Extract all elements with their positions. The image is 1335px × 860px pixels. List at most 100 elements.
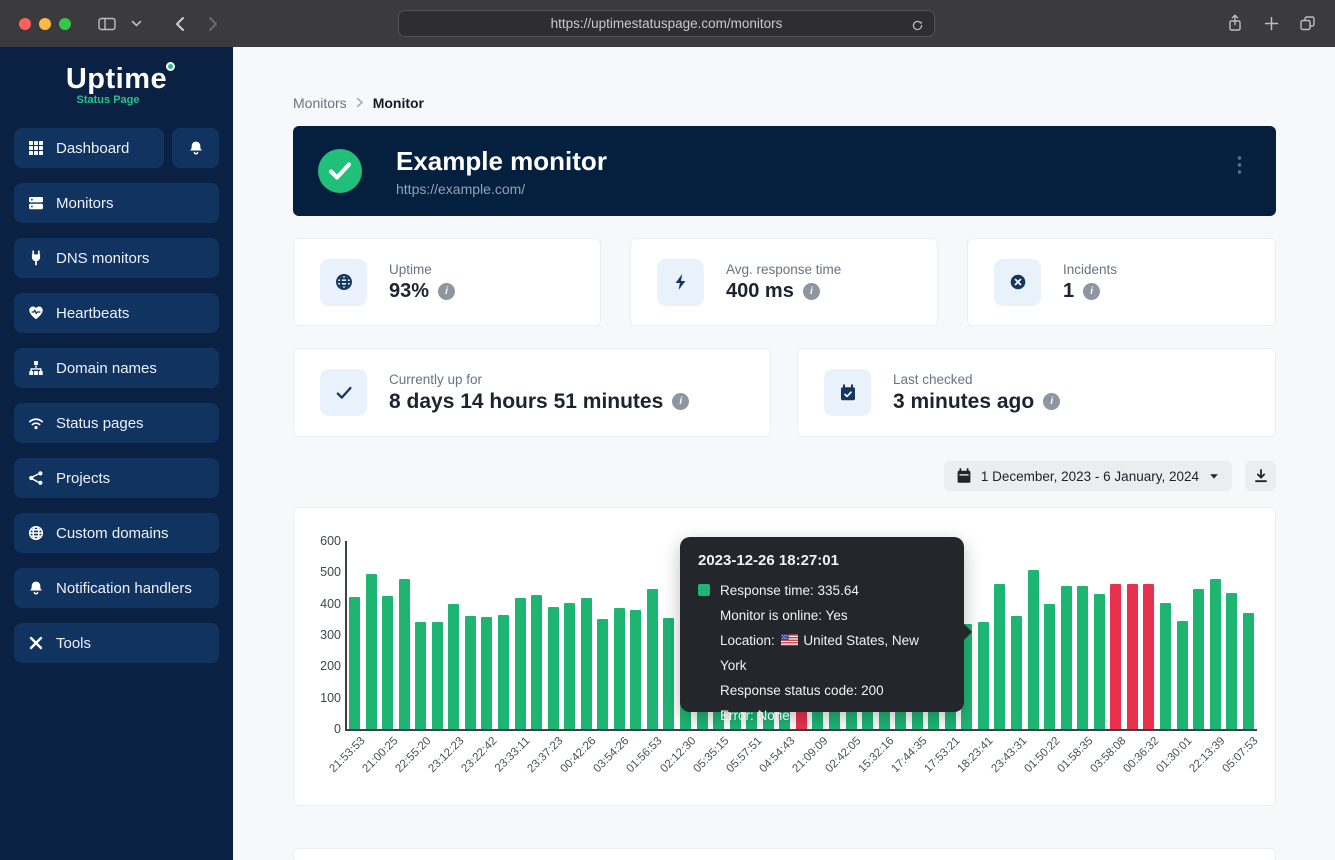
chart-bar[interactable] bbox=[1226, 593, 1237, 729]
reload-icon[interactable] bbox=[907, 15, 927, 35]
chart-bar[interactable] bbox=[1044, 604, 1055, 729]
calendar-icon bbox=[956, 468, 972, 484]
y-axis-tick: 500 bbox=[301, 565, 341, 579]
chart-bar[interactable] bbox=[498, 615, 509, 729]
breadcrumb-monitors[interactable]: Monitors bbox=[293, 95, 347, 111]
chart-bar[interactable] bbox=[382, 596, 393, 729]
chart-bar[interactable] bbox=[1143, 584, 1154, 729]
chart-bar[interactable] bbox=[1011, 616, 1022, 729]
check-icon bbox=[320, 369, 367, 416]
sidebar-nav: Dashboard Monitors DNS monitors Heartbeats D… bbox=[0, 114, 233, 677]
tooltip-online: Monitor is online: Yes bbox=[698, 603, 946, 628]
chart-bar[interactable] bbox=[432, 622, 443, 729]
back-icon[interactable] bbox=[165, 10, 193, 38]
chart-bar[interactable] bbox=[1243, 613, 1254, 729]
chart-bar[interactable] bbox=[1193, 589, 1204, 729]
chart-bar[interactable] bbox=[1077, 586, 1088, 729]
chart-bar[interactable] bbox=[1160, 603, 1171, 729]
logo-dot-icon bbox=[166, 62, 175, 71]
chart-bar[interactable] bbox=[531, 595, 542, 729]
tab-overview-icon[interactable] bbox=[1293, 9, 1321, 37]
close-window-button[interactable] bbox=[19, 18, 31, 30]
nav-row: Custom domains bbox=[14, 513, 219, 553]
x-axis-label: 05:07:53 bbox=[1221, 735, 1261, 775]
chart-bar[interactable] bbox=[1177, 621, 1188, 729]
chart-bar[interactable] bbox=[994, 584, 1005, 729]
info-icon[interactable]: i bbox=[1043, 393, 1060, 410]
chart-bar[interactable] bbox=[1210, 579, 1221, 729]
chart-bar[interactable] bbox=[1061, 586, 1072, 729]
app-sidebar: Uptime Status Page Dashboard Monitors DNS … bbox=[0, 47, 233, 860]
nav-row: DNS monitors bbox=[14, 238, 219, 278]
app-logo: Uptime Status Page bbox=[0, 47, 233, 114]
chart-bar[interactable] bbox=[1127, 584, 1138, 729]
x-axis-label: 02:12:30 bbox=[658, 735, 698, 775]
info-icon[interactable]: i bbox=[438, 283, 455, 300]
chart-bar[interactable] bbox=[978, 622, 989, 729]
globe-icon bbox=[27, 525, 44, 542]
address-bar-url: https://uptimestatuspage.com/monitors bbox=[551, 16, 783, 31]
nav-row: Dashboard bbox=[14, 128, 219, 168]
sidebar-item-monitors[interactable]: Monitors bbox=[14, 183, 219, 223]
chart-bar[interactable] bbox=[1110, 584, 1121, 729]
kebab-menu-icon[interactable] bbox=[1237, 155, 1242, 178]
x-axis-label: 22:55:20 bbox=[393, 735, 433, 775]
tooltip-arrow bbox=[963, 623, 972, 641]
notifications-button[interactable] bbox=[172, 128, 219, 168]
chart-bar[interactable] bbox=[465, 616, 476, 729]
y-axis-tick: 100 bbox=[301, 691, 341, 705]
info-icon[interactable]: i bbox=[672, 393, 689, 410]
sidebar-item-notification-handlers[interactable]: Notification handlers bbox=[14, 568, 219, 608]
chart-bar[interactable] bbox=[481, 617, 492, 729]
chevron-down-icon[interactable] bbox=[127, 10, 145, 38]
chart-bar[interactable] bbox=[1094, 594, 1105, 729]
sidebar-item-dns-monitors[interactable]: DNS monitors bbox=[14, 238, 219, 278]
x-circle-icon bbox=[994, 259, 1041, 306]
chart-bar[interactable] bbox=[415, 622, 426, 729]
chart-bar[interactable] bbox=[1028, 570, 1039, 729]
chart-bar[interactable] bbox=[597, 619, 608, 729]
sidebar-item-status-pages[interactable]: Status pages bbox=[14, 403, 219, 443]
response-time-chart: 0100200300400500600 21:53:5321:00:2522:5… bbox=[293, 507, 1276, 806]
share-icon[interactable] bbox=[1221, 9, 1249, 37]
chart-bar[interactable] bbox=[564, 603, 575, 729]
chart-bar[interactable] bbox=[399, 579, 410, 729]
date-range-button[interactable]: 1 December, 2023 - 6 January, 2024 bbox=[944, 461, 1232, 491]
address-bar[interactable]: https://uptimestatuspage.com/monitors bbox=[398, 10, 935, 37]
download-icon bbox=[1253, 468, 1269, 484]
sidebar-item-tools[interactable]: Tools bbox=[14, 623, 219, 663]
info-icon[interactable]: i bbox=[803, 283, 820, 300]
chart-bar[interactable] bbox=[349, 597, 360, 729]
x-axis-label: 17:44:35 bbox=[890, 735, 930, 775]
forward-icon[interactable] bbox=[199, 10, 227, 38]
sidebar-toggle-icon[interactable] bbox=[93, 10, 121, 38]
new-tab-icon[interactable] bbox=[1257, 9, 1285, 37]
chart-bar[interactable] bbox=[663, 618, 674, 729]
chart-bar[interactable] bbox=[448, 604, 459, 729]
info-icon[interactable]: i bbox=[1083, 283, 1100, 300]
y-axis-line bbox=[345, 541, 347, 730]
zoom-window-button[interactable] bbox=[59, 18, 71, 30]
sidebar-item-dashboard[interactable]: Dashboard bbox=[14, 128, 164, 168]
chart-bar[interactable] bbox=[630, 610, 641, 729]
nav-row: Projects bbox=[14, 458, 219, 498]
sidebar-item-domain-names[interactable]: Domain names bbox=[14, 348, 219, 388]
sidebar-item-heartbeats[interactable]: Heartbeats bbox=[14, 293, 219, 333]
chart-bar[interactable] bbox=[548, 607, 559, 729]
stat-value: 1 bbox=[1063, 280, 1074, 303]
sitemap-icon bbox=[27, 360, 44, 377]
chart-bar[interactable] bbox=[581, 598, 592, 729]
chart-bar[interactable] bbox=[647, 589, 658, 729]
sidebar-item-projects[interactable]: Projects bbox=[14, 458, 219, 498]
monitor-header-card: Example monitor https://example.com/ bbox=[293, 126, 1276, 216]
chart-bar[interactable] bbox=[366, 574, 377, 729]
minimize-window-button[interactable] bbox=[39, 18, 51, 30]
download-button[interactable] bbox=[1245, 461, 1276, 491]
monitor-url: https://example.com/ bbox=[396, 181, 607, 197]
sidebar-item-custom-domains[interactable]: Custom domains bbox=[14, 513, 219, 553]
monitor-name: Example monitor bbox=[396, 146, 607, 177]
chart-bar[interactable] bbox=[614, 608, 625, 729]
x-axis-label: 23:43:31 bbox=[989, 735, 1029, 775]
chart-bar[interactable] bbox=[515, 598, 526, 729]
stat-card-response-time: Avg. response time 400 msi bbox=[630, 238, 938, 326]
